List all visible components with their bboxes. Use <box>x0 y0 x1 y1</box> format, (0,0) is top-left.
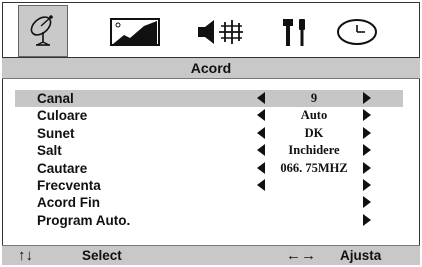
tab-tools[interactable] <box>270 12 320 52</box>
menu-row-cautare[interactable]: Cautare 066. 75MHZ <box>15 160 403 177</box>
right-arrow-icon[interactable] <box>363 179 371 191</box>
row-value: 066. 75MHZ <box>280 160 348 175</box>
row-label: Acord Fin <box>37 195 100 211</box>
speaker-icon <box>198 20 243 44</box>
menu-row-canal[interactable]: Canal 9 <box>15 90 403 107</box>
tools-icon <box>283 19 305 46</box>
menu-title-text: Acord <box>190 60 232 76</box>
up-down-arrows-icon: ↑↓ <box>18 247 33 264</box>
picture-icon <box>110 18 160 46</box>
row-label: Cautare <box>37 160 88 176</box>
clock-icon <box>337 19 377 45</box>
left-arrow-icon[interactable] <box>257 161 265 174</box>
row-value: Inchidere <box>288 143 340 158</box>
right-arrow-icon[interactable] <box>363 144 371 157</box>
tv-osd-menu: Acord Canal 9 Culoare Auto Sunet DK Salt Inchid… <box>0 0 422 267</box>
left-arrow-icon[interactable] <box>257 126 265 139</box>
tab-picture[interactable] <box>110 12 160 52</box>
right-arrow-icon[interactable] <box>363 213 371 226</box>
right-arrow-icon[interactable] <box>363 161 371 174</box>
row-value: 9 <box>310 91 318 105</box>
left-right-arrows-icon: ←→ <box>286 247 316 264</box>
menu-row-program-auto[interactable]: Program Auto. <box>15 212 403 229</box>
left-arrow-icon[interactable] <box>257 179 265 191</box>
right-arrow-icon[interactable] <box>363 109 371 122</box>
tab-sound[interactable] <box>195 12 245 52</box>
row-label: Culoare <box>37 108 88 124</box>
menu-row-sunet[interactable]: Sunet DK <box>15 125 403 142</box>
row-label: Canal <box>37 91 74 106</box>
menu-row-culoare[interactable]: Culoare Auto <box>15 107 403 124</box>
menu-row-frecventa[interactable]: Frecventa <box>15 177 403 194</box>
row-label: Frecventa <box>37 178 101 193</box>
menu-title: Acord <box>2 58 420 79</box>
left-arrow-icon[interactable] <box>257 144 265 157</box>
row-value: Auto <box>300 108 328 123</box>
row-label: Program Auto. <box>37 212 131 228</box>
adjust-hint: Ajusta <box>340 248 382 263</box>
row-label: Salt <box>37 143 62 159</box>
row-value: DK <box>304 125 324 140</box>
right-arrow-icon[interactable] <box>363 92 371 104</box>
menu-row-acord-fin[interactable]: Acord Fin <box>15 194 403 211</box>
tab-channel[interactable] <box>18 5 68 57</box>
left-arrow-icon[interactable] <box>257 92 265 104</box>
right-arrow-icon[interactable] <box>363 126 371 139</box>
right-arrow-icon[interactable] <box>363 196 371 209</box>
left-arrow-icon[interactable] <box>257 109 265 122</box>
row-label: Sunet <box>37 125 75 141</box>
select-hint: Select <box>82 248 122 263</box>
tab-time[interactable] <box>332 12 382 52</box>
key-hints-bar: ↑↓ Select ←→ Ajusta <box>2 245 420 265</box>
menu-row-salt[interactable]: Salt Inchidere <box>15 142 403 159</box>
satellite-dish-icon <box>30 15 53 46</box>
